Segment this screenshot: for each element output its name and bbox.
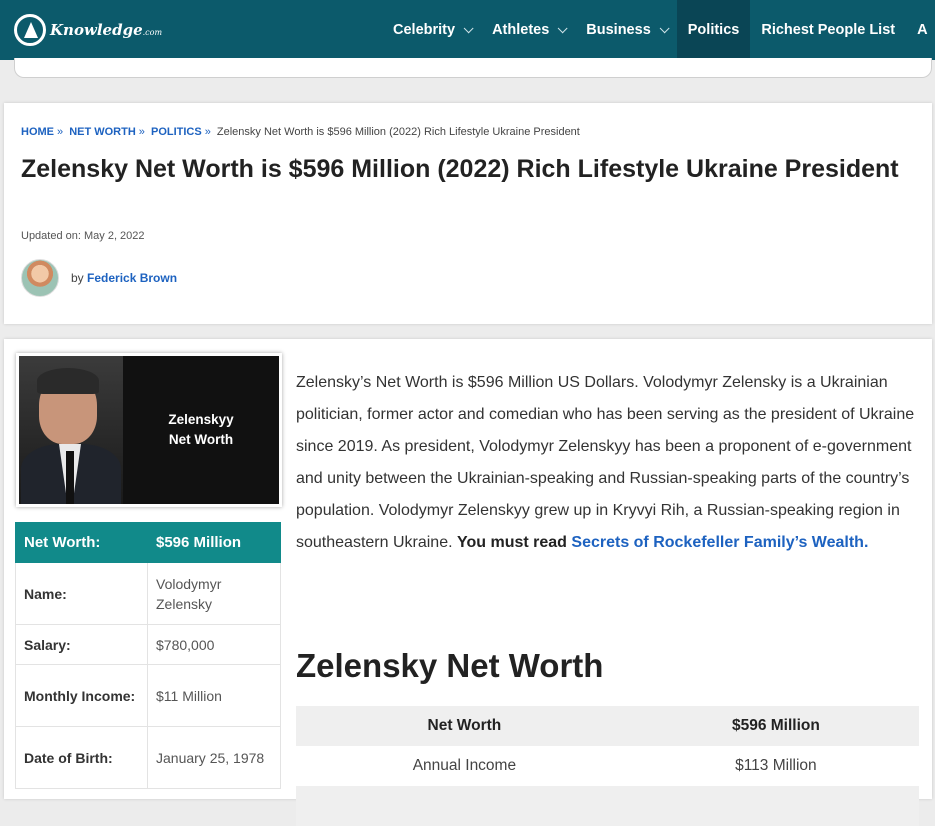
- intro-paragraph: Zelensky’s Net Worth is $596 Million US …: [296, 374, 915, 551]
- main-menu: Celebrity Athletes Business Politics Ric…: [382, 0, 935, 60]
- section-heading: Zelensky Net Worth: [296, 647, 604, 684]
- table-row: Salary: $780,000: [15, 624, 281, 665]
- chevron-down-icon: [659, 22, 670, 33]
- article-body-card: Zelenskyy Net Worth Net Worth: $596 Mill…: [4, 339, 932, 826]
- featured-image: Zelenskyy Net Worth: [16, 353, 282, 507]
- quick-facts-table: Net Worth: $596 Million Name: Volodymyr …: [15, 522, 281, 789]
- chevron-down-icon: [463, 22, 474, 33]
- portrait: [19, 356, 123, 504]
- byline-text: by Federick Brown: [71, 271, 178, 285]
- site-logo[interactable]: Knowledge.com: [14, 12, 162, 48]
- net-worth-label: Net Worth:: [15, 522, 148, 563]
- table-header-row: Net Worth $596 Million: [296, 706, 919, 746]
- nav-item-truncated[interactable]: A: [906, 0, 935, 60]
- search-box[interactable]: [14, 58, 932, 78]
- updated-date: Updated on: May 2, 2022: [21, 230, 145, 242]
- author-byline: by Federick Brown: [21, 259, 177, 297]
- breadcrumb-home[interactable]: HOME: [21, 126, 54, 138]
- table-row: Monthly Income: $11 Million: [15, 664, 281, 727]
- nav-item-politics[interactable]: Politics: [676, 0, 751, 60]
- avatar[interactable]: [21, 259, 59, 297]
- chevron-down-icon: [557, 22, 568, 33]
- nav-item-business[interactable]: Business: [575, 0, 676, 60]
- image-caption: Zelenskyy Net Worth: [168, 412, 234, 447]
- breadcrumb-politics[interactable]: POLITICS: [151, 126, 202, 138]
- article-header-card: HOME» NET WORTH» POLITICS» Zelensky Net …: [4, 103, 932, 324]
- logo-icon: [14, 14, 46, 46]
- related-article-link[interactable]: Secrets of Rockefeller Family’s Wealth.: [571, 534, 868, 551]
- nav-item-athletes[interactable]: Athletes: [481, 0, 575, 60]
- breadcrumb-net-worth[interactable]: NET WORTH: [69, 126, 136, 138]
- breadcrumb: HOME» NET WORTH» POLITICS» Zelensky Net …: [21, 126, 580, 138]
- nav-item-richest-people-list[interactable]: Richest People List: [750, 0, 906, 60]
- net-worth-table: Net Worth $596 Million Annual Income $11…: [296, 706, 919, 826]
- page-title: Zelensky Net Worth is $596 Million (2022…: [21, 155, 899, 183]
- net-worth-value: $596 Million: [147, 522, 281, 563]
- breadcrumb-current: Zelensky Net Worth is $596 Million (2022…: [216, 126, 580, 138]
- table-row: [296, 786, 919, 826]
- table-header-row: Net Worth: $596 Million: [15, 522, 281, 563]
- table-row: Date of Birth: January 25, 1978: [15, 726, 281, 789]
- top-navigation-bar: Knowledge.com Celebrity Athletes Busines…: [0, 0, 935, 60]
- read-prompt: You must read: [456, 534, 567, 551]
- table-row: Annual Income $113 Million: [296, 746, 919, 786]
- logo-text: Knowledge.com: [50, 21, 163, 39]
- author-link[interactable]: Federick Brown: [87, 271, 177, 285]
- nav-item-celebrity[interactable]: Celebrity: [382, 0, 481, 60]
- table-row: Name: Volodymyr Zelensky: [15, 562, 281, 625]
- search-strip: [0, 58, 935, 96]
